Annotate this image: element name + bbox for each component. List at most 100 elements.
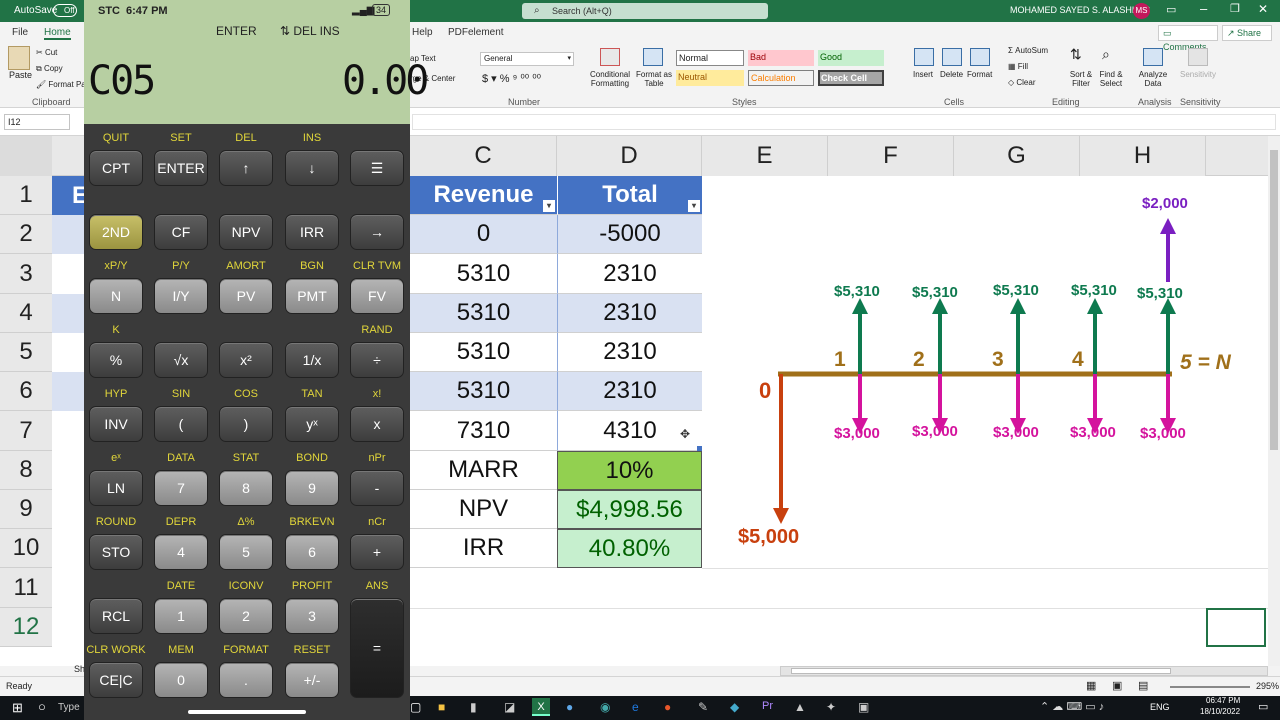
tab-home[interactable]: Home	[44, 27, 71, 40]
copy-button[interactable]: ⧉ Copy	[36, 64, 63, 74]
comments-button[interactable]: ▭ Comments	[1158, 25, 1218, 52]
sensitivity-icon[interactable]	[1188, 48, 1208, 66]
zoom-level[interactable]: 295%	[1256, 681, 1279, 691]
tab-pdfelement[interactable]: PDFelement	[448, 27, 504, 38]
calc-key[interactable]: RCL	[89, 598, 143, 634]
marr-value[interactable]: 10%	[557, 451, 702, 490]
app-icon[interactable]: ◆	[730, 700, 739, 714]
autosave-toggle[interactable]: Off	[53, 4, 77, 17]
calc-key[interactable]: √x	[154, 342, 208, 378]
find-select-icon[interactable]: ⌕	[1102, 46, 1110, 63]
analyze-data-icon[interactable]	[1143, 48, 1163, 66]
calc-key[interactable]: N	[89, 278, 143, 314]
table-cell[interactable]: 2310	[557, 372, 702, 411]
format-icon[interactable]	[970, 48, 990, 66]
style-good[interactable]: Good	[818, 50, 884, 66]
style-neutral[interactable]: Neutral	[676, 70, 744, 86]
calc-key[interactable]: -	[350, 470, 404, 506]
calc-key[interactable]: STO	[89, 534, 143, 570]
horizontal-scrollbar-thumb[interactable]	[791, 668, 1171, 674]
format-as-table-label[interactable]: Format as Table	[634, 70, 674, 88]
page-layout-icon[interactable]: ▣	[1112, 679, 1122, 692]
calc-key[interactable]: ☰	[350, 150, 404, 186]
calc-key[interactable]: 7	[154, 470, 208, 506]
column-header-h[interactable]: H	[1080, 136, 1206, 176]
app-icon[interactable]: ◪	[504, 700, 515, 714]
calc-key[interactable]: ↑	[219, 150, 273, 186]
npv-value[interactable]: $4,998.56	[557, 490, 702, 529]
select-all-corner[interactable]	[0, 136, 52, 176]
calc-key[interactable]: yˣ	[285, 406, 339, 442]
format-as-table-icon[interactable]	[643, 48, 663, 66]
style-normal[interactable]: Normal	[676, 50, 744, 66]
horizontal-scrollbar[interactable]	[780, 666, 1268, 676]
row-header[interactable]: 7	[0, 411, 52, 451]
fill-button[interactable]: ▦ Fill	[1008, 62, 1028, 71]
calc-key[interactable]: )	[219, 406, 273, 442]
app-icon[interactable]: ▣	[858, 700, 869, 714]
app-icon[interactable]: ✎	[698, 700, 708, 714]
app-icon[interactable]: ▮	[470, 700, 477, 714]
filter-dropdown-icon[interactable]: ▾	[543, 200, 555, 212]
calc-key[interactable]: I/Y	[154, 278, 208, 314]
page-break-icon[interactable]: ▤	[1138, 679, 1148, 692]
cut-button[interactable]: ✂ Cut	[36, 48, 57, 57]
row-header[interactable]: 10	[0, 529, 52, 568]
app-icon[interactable]: ●	[566, 700, 573, 714]
sensitivity-label[interactable]: Sensitivity	[1180, 70, 1216, 79]
calc-key[interactable]: 1/x	[285, 342, 339, 378]
close-icon[interactable]: ✕	[1258, 2, 1268, 16]
row-header[interactable]: 8	[0, 451, 52, 490]
calc-key[interactable]: 0	[154, 662, 208, 698]
calc-key[interactable]: CPT	[89, 150, 143, 186]
photos-icon[interactable]: ▲	[794, 700, 806, 714]
column-header-g[interactable]: G	[954, 136, 1080, 176]
insert-icon[interactable]	[914, 48, 934, 66]
calc-key[interactable]: IRR	[285, 214, 339, 250]
search-box[interactable]: ⌕ Search (Alt+Q)	[522, 3, 768, 19]
calc-key[interactable]: +	[350, 534, 404, 570]
table-cell[interactable]: 5310	[410, 372, 557, 411]
number-format-icons[interactable]: $ ▾ % ⁹ ⁰⁰ ⁰⁰	[482, 72, 541, 85]
analyze-data-label[interactable]: Analyze Data	[1138, 70, 1168, 88]
edge-icon[interactable]: e	[632, 700, 639, 714]
delete-icon[interactable]	[942, 48, 962, 66]
table-cell[interactable]: 2310	[557, 294, 702, 333]
row-header[interactable]: 6	[0, 372, 52, 411]
zoom-slider[interactable]	[1170, 686, 1250, 688]
paste-icon[interactable]	[8, 46, 30, 70]
row-header[interactable]: 5	[0, 333, 52, 372]
calc-key[interactable]: PMT	[285, 278, 339, 314]
column-header-c[interactable]: C	[410, 136, 557, 176]
normal-view-icon[interactable]: ▦	[1086, 679, 1096, 692]
premiere-icon[interactable]: Pr	[762, 700, 773, 712]
excel-taskbar-icon[interactable]: X	[532, 698, 550, 716]
home-indicator[interactable]	[188, 710, 306, 714]
formula-input[interactable]	[412, 114, 1276, 130]
insert-label[interactable]: Insert	[913, 70, 933, 79]
table-cell[interactable]: 2310	[557, 254, 702, 294]
calc-key[interactable]: ÷	[350, 342, 404, 378]
calc-key[interactable]: %	[89, 342, 143, 378]
calc-key[interactable]: 2ND	[89, 214, 143, 250]
calc-key[interactable]: =	[350, 598, 404, 698]
clock-time[interactable]: 06:47 PM	[1206, 696, 1240, 705]
style-bad[interactable]: Bad	[748, 50, 814, 66]
row-header[interactable]: 2	[0, 215, 52, 254]
clock-date[interactable]: 18/10/2022	[1200, 707, 1240, 716]
calc-key[interactable]: x²	[219, 342, 273, 378]
npv-label[interactable]: NPV	[410, 490, 557, 529]
table-cell[interactable]: 2310	[557, 333, 702, 372]
calc-key[interactable]: PV	[219, 278, 273, 314]
calc-key[interactable]: 3	[285, 598, 339, 634]
table-cell[interactable]: 5310	[410, 294, 557, 333]
table-cell[interactable]: 5310	[410, 333, 557, 372]
row-header[interactable]: 1	[0, 176, 52, 215]
calc-key[interactable]: NPV	[219, 214, 273, 250]
share-button[interactable]: ↗ Share	[1222, 25, 1272, 41]
sort-filter-icon[interactable]: ⇅	[1070, 46, 1082, 63]
irr-value[interactable]: 40.80%	[557, 529, 702, 568]
column-header-e[interactable]: E	[702, 136, 828, 176]
column-header-f[interactable]: F	[828, 136, 954, 176]
powerpoint-icon[interactable]: ●	[664, 700, 671, 714]
